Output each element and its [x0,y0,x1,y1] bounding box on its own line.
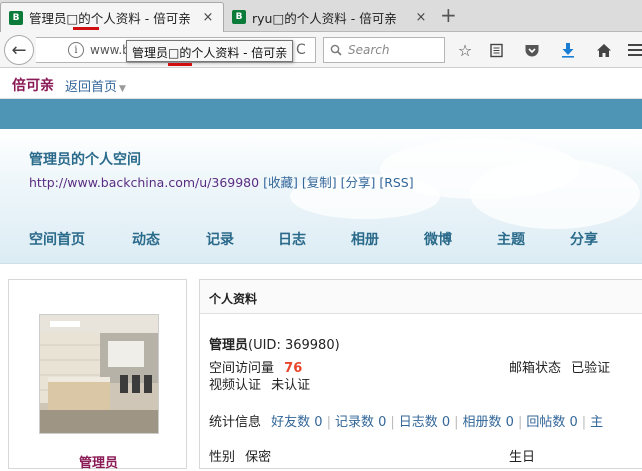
nav-blog[interactable]: 日志 [278,229,306,249]
bookmark-star-icon[interactable]: ☆ [456,41,474,60]
profile-name: 管理员 [209,338,249,353]
nav-albums[interactable]: 相册 [351,229,379,249]
nav-space-home[interactable]: 空间首页 [29,229,85,249]
back-button[interactable]: ← [4,35,34,65]
avatar-image [40,315,158,433]
email-row: 邮箱状态 已验证 [509,357,610,376]
site-favicon-icon: B [232,10,246,24]
new-tab-button[interactable]: + [440,5,457,25]
space-nav-menu: 空间首页 动态 记录 日志 相册 微博 主题 分享 [0,229,642,253]
profile-uid: (UID: 369980) [248,338,340,353]
annotation-underline [168,63,192,66]
replies-count-link[interactable]: 回帖数 0 [526,415,577,430]
cloud-decoration [470,159,640,229]
site-favicon-icon: B [9,10,23,25]
back-arrow-icon: ← [11,39,27,61]
email-label: 邮箱状态 [509,361,562,376]
nav-weibo[interactable]: 微博 [424,229,452,249]
close-icon[interactable]: × [414,10,428,25]
video-row: 视频认证 未认证 [209,374,310,393]
tab-inactive[interactable]: B ryu□的个人资料 - 倍可亲 × [224,2,436,32]
site-banner-band [0,99,642,129]
avatar-card: 管理员 [8,279,188,471]
nav-records[interactable]: 记录 [206,229,234,249]
records-count-link[interactable]: 记录数 0 [335,415,386,430]
tab-title: 管理员□的个人资料 - 倍可亲 [29,11,191,26]
stats-label: 统计信息 [209,415,262,430]
nav-shares[interactable]: 分享 [570,229,598,249]
space-url-link[interactable]: http://www.backchina.com/u/369980 [29,175,259,190]
friends-count-link[interactable]: 好友数 0 [271,415,322,430]
site-logo[interactable]: 倍可亲 [12,75,54,95]
pocket-icon[interactable] [523,41,541,59]
space-header: 管理员的个人空间 http://www.backchina.com/u/3699… [0,129,642,264]
annotation-underline [73,27,99,30]
panel-title: 个人资料 [209,292,258,306]
favorite-link[interactable]: [收藏] [263,175,298,190]
search-input[interactable]: Search [323,37,445,63]
rss-link[interactable]: [RSS] [379,175,413,190]
gender-label: 性别 [209,450,236,465]
gender-value: 保密 [245,450,272,465]
search-placeholder: Search [348,43,390,57]
home-link[interactable]: 返回首页 ▼ [65,76,126,95]
chevron-down-icon: ▼ [119,84,126,94]
birthday-label: 生日 [509,450,536,465]
space-title: 管理员的个人空间 [29,152,141,168]
nav-activity[interactable]: 动态 [132,229,160,249]
video-label: 视频认证 [209,378,262,393]
email-value: 已验证 [571,361,611,376]
menu-icon[interactable] [626,41,642,59]
share-link[interactable]: [分享] [341,175,376,190]
avatar[interactable] [39,314,159,434]
nav-topics[interactable]: 主题 [497,229,525,249]
tab-title: ryu□的个人资料 - 倍可亲 [252,10,397,26]
download-icon[interactable] [559,41,577,59]
home-icon[interactable] [595,41,613,59]
site-top-bar: 倍可亲 返回首页 ▼ [0,69,642,99]
search-icon [330,44,342,56]
topics-count-link[interactable]: 主 [590,415,603,430]
copy-link[interactable]: [复制] [302,175,337,190]
browser-tab-bar: B 管理员□的个人资料 - 倍可亲 × B ryu□的个人资料 - 倍可亲 × … [0,0,642,32]
profile-name-row: 管理员(UID: 369980) [209,334,340,353]
avatar-name[interactable]: 管理员 [9,452,188,471]
profile-panel: 个人资料 管理员(UID: 369980) 空间访问量 76 邮箱状态 已验证 … [199,279,642,469]
reload-icon[interactable]: C [296,42,306,58]
browser-nav-bar: i www.backc ← C Search ☆ [0,32,642,68]
home-link-label: 返回首页 [65,80,118,95]
reading-list-icon[interactable] [487,41,505,59]
tab-active[interactable]: B 管理员□的个人资料 - 倍可亲 × [0,2,224,32]
tab-tooltip: 管理员□的个人资料 - 倍可亲 [126,40,294,62]
info-icon[interactable]: i [68,42,84,58]
stats-row: 统计信息 好友数 0 | 记录数 0 | 日志数 0 | 相册数 0 | 回帖数 0 | 主 [209,415,604,430]
blogs-count-link[interactable]: 日志数 0 [399,415,450,430]
close-icon[interactable]: × [201,10,215,25]
albums-count-link[interactable]: 相册数 0 [463,415,514,430]
panel-header: 个人资料 [200,280,642,314]
space-url-row: http://www.backchina.com/u/369980 [收藏] [… [29,172,414,191]
video-value: 未认证 [271,378,311,393]
